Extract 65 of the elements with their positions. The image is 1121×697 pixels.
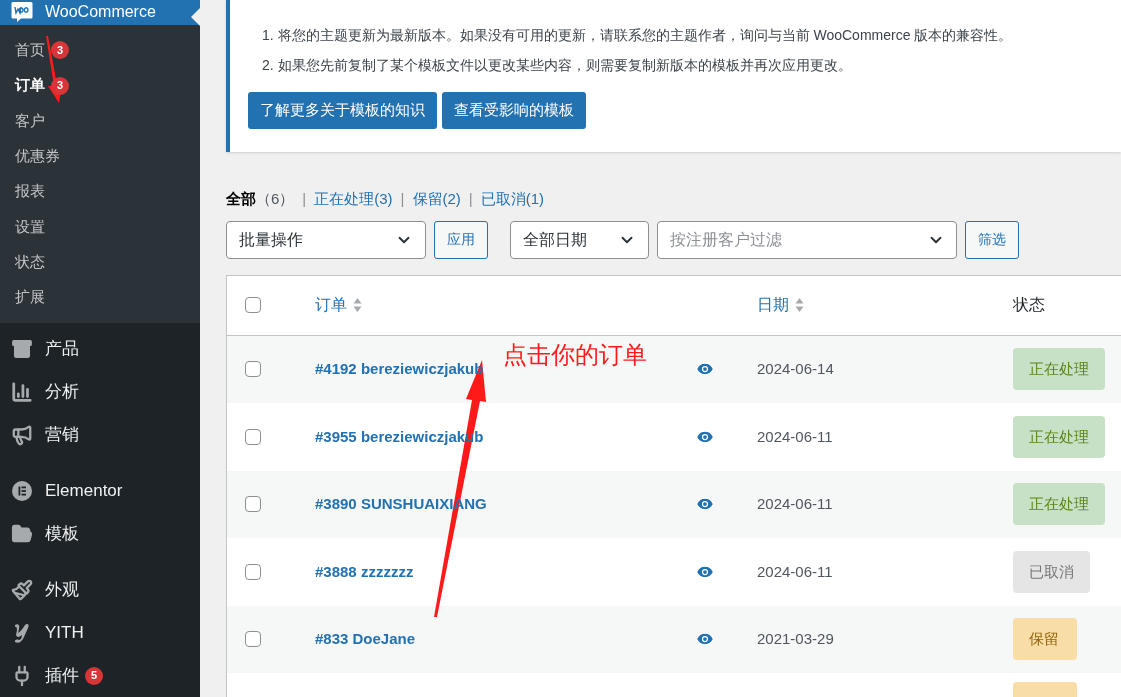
order-link[interactable]: #3888 zzzzzzz [315, 562, 414, 580]
annotation-text: 点击你的订单 [503, 340, 647, 370]
column-header[interactable]: 订单 [315, 293, 347, 317]
menu-item[interactable]: 产品 [45, 335, 79, 362]
checkbox[interactable] [245, 563, 261, 580]
status-filter-link[interactable]: 全部（6） [226, 188, 295, 211]
status-badge: 正在处理 [1013, 415, 1105, 458]
sort-icon [795, 297, 804, 313]
notice-button[interactable]: 查看受影响的模板 [442, 92, 586, 129]
order-date: 2024-06-11 [757, 562, 833, 580]
notice-text: 2. 如果您先前复制了某个模板文件以更改某些内容，则需要复制新版本的模板并再次应用更改。 [262, 56, 853, 75]
menu-item[interactable]: 插件 [45, 662, 79, 689]
order-date: 2021-03-29 [757, 630, 834, 648]
count-badge: 5 [85, 666, 103, 685]
menu-label: WooCommerce [45, 2, 156, 23]
status-filter-link[interactable]: 正在处理(3) [314, 188, 393, 211]
circle-logo-icon [11, 478, 33, 503]
speech-bubble-logo-icon [11, 1, 33, 24]
notice-text: 1. 将您的主题更新为最新版本。如果没有可用的更新，请联系您的主题作者，询问与当前 WooCommerce 版本的兼容性。 [262, 26, 1014, 45]
checkbox[interactable] [245, 496, 261, 513]
separator-text: | [468, 189, 473, 209]
paintbrush-icon [11, 577, 33, 602]
menu-item[interactable]: YITH [45, 619, 84, 646]
submenu-item[interactable]: 客户 [15, 109, 45, 133]
date-select[interactable]: 全部日期 [510, 220, 649, 259]
submenu-item[interactable]: 首页 [15, 39, 45, 62]
customer-search-field[interactable]: 按注册客户过滤 [657, 220, 957, 259]
checkbox[interactable] [245, 631, 261, 648]
bulk-action-select[interactable]: 批量操作 [226, 220, 426, 259]
separator-text: | [400, 189, 405, 209]
status-filter-link[interactable]: 已取消(1) [480, 188, 545, 211]
submenu-item[interactable]: 扩展 [15, 286, 45, 309]
sort-icon [353, 297, 362, 313]
order-date: 2024-06-11 [757, 427, 833, 445]
menu-item[interactable]: Elementor [45, 477, 123, 504]
submenu-item[interactable]: 状态 [15, 250, 45, 274]
count-badge: 3 [51, 41, 69, 60]
column-header: 状态 [1013, 296, 1045, 313]
submenu-item[interactable]: 优惠券 [15, 144, 60, 168]
submenu-item[interactable]: 报表 [15, 180, 45, 203]
checkbox[interactable] [245, 361, 261, 378]
order-date: 2024-06-11 [757, 495, 833, 513]
menu-item[interactable]: 外观 [45, 576, 79, 603]
status-badge: 保留 [1013, 618, 1077, 661]
status-badge: 正在处理 [1013, 348, 1105, 391]
menu-item[interactable]: 模板 [45, 520, 79, 547]
order-date: 2024-06-14 [757, 360, 834, 378]
status-badge: 正在处理 [1013, 483, 1105, 526]
checkbox[interactable] [245, 297, 261, 313]
notice-button[interactable]: 了解更多关于模板的知识 [248, 92, 437, 129]
bar-chart-icon [11, 379, 33, 404]
status-badge: 已取消 [1013, 550, 1090, 593]
menu-item[interactable]: 营销 [45, 421, 79, 448]
apply-button[interactable]: 应用 [434, 220, 488, 259]
separator-text: | [302, 189, 307, 209]
menu-item[interactable]: 分析 [45, 378, 79, 405]
checkbox[interactable] [245, 428, 261, 445]
submenu-item[interactable]: 订单 [15, 74, 45, 97]
status-filter-link[interactable]: 保留(2) [412, 188, 461, 211]
filter-button[interactable]: 筛选 [965, 220, 1019, 259]
count-badge: 3 [51, 76, 69, 95]
column-header[interactable]: 日期 [757, 293, 789, 317]
order-link[interactable]: #833 DoeJane [315, 630, 416, 648]
submenu-item[interactable]: 设置 [15, 215, 45, 238]
menu-item[interactable]: WooCommerce [0, 0, 200, 25]
